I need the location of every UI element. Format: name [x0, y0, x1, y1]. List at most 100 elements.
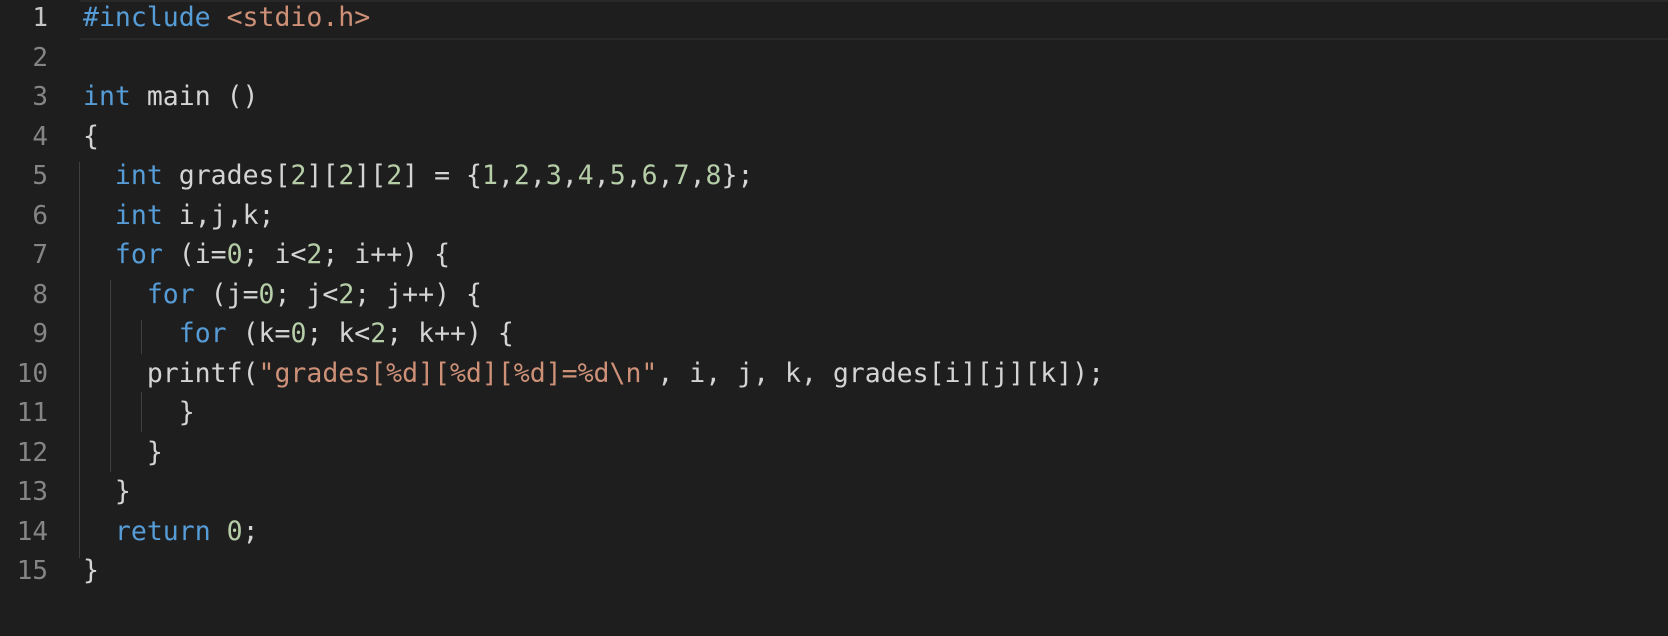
code-token: , — [657, 160, 674, 191]
code-line[interactable]: 2 — [0, 40, 1668, 82]
code-token: 0 — [226, 239, 243, 270]
code-text[interactable]: for (i=0; i<2; i++) { — [83, 237, 450, 279]
code-token: 0 — [226, 515, 243, 547]
code-token: }; — [721, 160, 754, 191]
code-line[interactable]: 9 for (k=0; k<2; k++) { — [0, 316, 1668, 358]
code-token: ; i< — [242, 239, 307, 270]
code-token: return — [114, 515, 211, 547]
code-token: ; i++) { — [322, 239, 451, 270]
code-token: int — [83, 81, 131, 112]
code-text[interactable]: int grades[2][2][2] = {1,2,3,4,5,6,7,8}; — [83, 158, 754, 200]
line-number: 4 — [32, 121, 48, 152]
code-token: (j= — [194, 278, 259, 310]
line-number: 10 — [16, 358, 48, 389]
code-token: 2 — [386, 160, 403, 191]
line-number: 14 — [16, 516, 48, 547]
code-line[interactable]: 8 for (j=0; j<2; j++) { — [0, 277, 1668, 319]
code-line[interactable]: 7 for (i=0; i<2; i++) { — [0, 237, 1668, 279]
line-number: 2 — [32, 42, 48, 73]
code-token: } — [83, 476, 131, 507]
code-token: 2 — [513, 160, 530, 191]
code-token: 2 — [290, 160, 307, 191]
code-token: , i, j, k, grades[i][j][k]); — [657, 357, 1105, 389]
code-token: for — [146, 278, 195, 310]
code-token: ; k< — [306, 318, 371, 349]
code-token: 2 — [338, 160, 355, 191]
code-line[interactable]: 13 } — [0, 474, 1668, 516]
line-number: 1 — [32, 3, 48, 33]
code-token: 2 — [370, 318, 387, 349]
code-text[interactable]: } — [83, 553, 99, 595]
code-text[interactable]: int i,j,k; — [83, 198, 275, 240]
code-text[interactable]: return 0; — [83, 514, 259, 556]
code-token: ; j++) { — [354, 278, 482, 310]
code-token: , — [689, 160, 706, 191]
code-line[interactable]: 1 #include <stdio.h> — [0, 0, 1668, 42]
code-line[interactable]: 14 return 0; — [0, 514, 1668, 556]
code-token: } — [83, 555, 99, 586]
code-line[interactable]: 11 } — [0, 395, 1668, 437]
code-token: 2 — [306, 239, 323, 270]
code-token: , — [497, 160, 514, 191]
code-line[interactable]: 10 printf("grades[%d][%d][%d]=%d\n", i, … — [0, 356, 1668, 398]
code-token: { — [83, 120, 99, 152]
code-token: ][ — [354, 160, 387, 191]
code-text[interactable]: #include <stdio.h> — [83, 0, 370, 42]
code-token: ; j< — [274, 278, 339, 310]
line-number: 11 — [16, 398, 48, 428]
code-line[interactable]: 12 } — [0, 435, 1668, 477]
code-text[interactable]: printf("grades[%d][%d][%d]=%d\n", i, j, … — [83, 356, 1104, 398]
code-line[interactable]: 15} — [0, 553, 1668, 595]
code-editor[interactable]: 1 #include <stdio.h> 2 3 int main () 4{5 int … — [0, 0, 1668, 636]
code-token: 4 — [577, 160, 594, 191]
code-token: 0 — [290, 318, 307, 349]
code-token: 5 — [609, 160, 626, 191]
code-token: 0 — [258, 278, 275, 310]
code-line[interactable]: 3 int main () — [0, 79, 1668, 121]
line-number: 13 — [16, 477, 48, 507]
code-token: } — [83, 436, 163, 468]
line-number: 12 — [16, 437, 48, 468]
code-token: 8 — [705, 160, 722, 191]
code-token: 6 — [641, 160, 658, 191]
line-number: 15 — [16, 556, 48, 586]
code-token: printf( — [83, 357, 259, 389]
code-token: 3 — [545, 160, 562, 191]
code-token: int — [114, 160, 163, 191]
code-token: for — [114, 239, 163, 270]
line-number: 5 — [32, 161, 48, 191]
code-text[interactable]: } — [83, 435, 163, 477]
code-token: "grades[%d][%d][%d]=%d\n" — [258, 357, 658, 389]
line-number: 9 — [32, 319, 48, 349]
code-token: , — [561, 160, 578, 191]
code-token: } — [83, 397, 195, 428]
code-line[interactable]: 4{ — [0, 119, 1668, 161]
code-token: , — [625, 160, 642, 191]
code-token: int — [114, 199, 163, 231]
code-text[interactable]: } — [83, 474, 131, 516]
code-token: , — [529, 160, 546, 191]
code-text[interactable]: { — [83, 119, 99, 161]
code-token: ; — [242, 515, 259, 547]
line-number: 7 — [32, 240, 48, 270]
code-line[interactable]: 5 int grades[2][2][2] = {1,2,3,4,5,6,7,8… — [0, 158, 1668, 200]
code-text[interactable]: int main () — [83, 79, 259, 121]
line-number: 3 — [32, 82, 48, 112]
code-token: 1 — [481, 160, 498, 191]
code-token: ] = { — [402, 160, 482, 191]
code-token: ; k++) { — [386, 318, 514, 349]
code-token: main () — [130, 81, 259, 112]
code-text[interactable]: } — [83, 395, 195, 437]
code-token: (i= — [162, 239, 227, 270]
code-token: #include — [83, 2, 227, 33]
code-text[interactable]: for (k=0; k<2; k++) { — [83, 316, 514, 358]
code-line[interactable]: 6 int i,j,k; — [0, 198, 1668, 240]
code-text[interactable]: for (j=0; j<2; j++) { — [83, 277, 482, 319]
code-token: 7 — [673, 160, 690, 191]
